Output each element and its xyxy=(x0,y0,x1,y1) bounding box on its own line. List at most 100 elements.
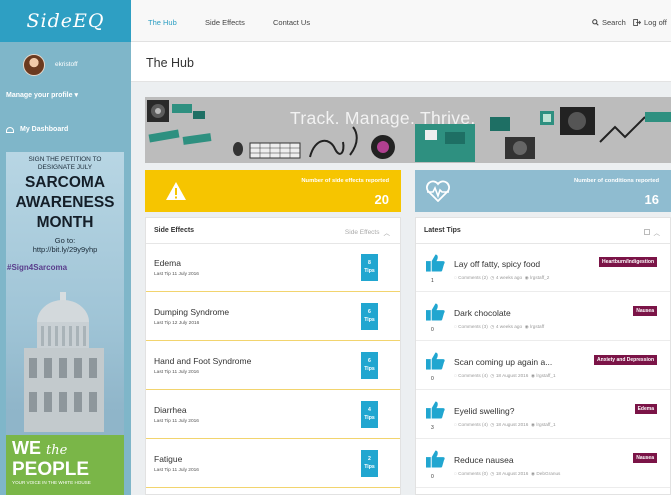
side-effect-row[interactable]: Dumping Syndrome Last Tip 12 July 2016 6… xyxy=(146,293,400,341)
tip-meta: ◌ Comments (4) ◷ 18 August 2016 ◉ lrgsta… xyxy=(454,422,556,428)
hero-banner: Track. Manage. Thrive. xyxy=(145,97,671,163)
nav-contact-us[interactable]: Contact Us xyxy=(273,18,310,27)
avatar[interactable] xyxy=(23,54,45,76)
tip-row[interactable]: 0 Reduce nausea ◌ Comments (0) ◷ 18 Augu… xyxy=(416,440,670,488)
warning-icon xyxy=(166,182,186,200)
tips-count: 4 xyxy=(368,407,371,413)
tip-row[interactable]: 0 Scan coming up again a... ◌ Comments (… xyxy=(416,342,670,390)
ad-goto: Go to: xyxy=(54,236,76,245)
logo[interactable]: SideEQ xyxy=(0,0,131,42)
tip-time: 18 August 2016 xyxy=(495,373,529,378)
side-effect-row[interactable]: Edema Last Tip 11 July 2016 8 Tips xyxy=(146,244,400,292)
thumbs-up-icon[interactable] xyxy=(426,254,445,272)
tip-comments[interactable]: Comments (4) xyxy=(458,422,488,427)
tips-unit: Tips xyxy=(364,366,375,372)
conditions-stat-label: Number of conditions reported xyxy=(573,178,659,184)
tip-row[interactable]: 1 Lay off fatty, spicy food ◌ Comments (… xyxy=(416,244,670,292)
tip-comments[interactable]: Comments (2) xyxy=(458,275,488,280)
tip-comments[interactable]: Comments (4) xyxy=(458,373,488,378)
side-effect-last-tip: Last Tip 11 July 2016 xyxy=(154,419,199,424)
side-effect-name[interactable]: Fatigue xyxy=(154,454,182,464)
tip-time: 4 weeks ago xyxy=(495,275,523,280)
thumbs-up-icon[interactable] xyxy=(426,352,445,370)
side-effect-last-tip: Last Tip 11 July 2016 xyxy=(154,468,199,473)
vote-count: 1 xyxy=(431,278,434,284)
side-effect-name[interactable]: Edema xyxy=(154,258,181,268)
tip-time: 4 weeks ago xyxy=(495,324,523,329)
collapse-icon[interactable]: ︿ xyxy=(384,227,391,237)
side-effect-row[interactable]: Diarrhea Last Tip 11 July 2016 4 Tips xyxy=(146,391,400,439)
sidebar: SideEQ ekristoff Manage your profile ▾ M… xyxy=(0,0,131,495)
condition-tag[interactable]: Nausea xyxy=(633,306,657,316)
tips-count: 6 xyxy=(368,309,371,315)
conditions-stat-count: 16 xyxy=(644,192,659,207)
username[interactable]: ekristoff xyxy=(55,61,78,68)
tip-row[interactable]: 0 Dark chocolate ◌ Comments (3) ◷ 4 week… xyxy=(416,293,670,341)
thumbs-up-icon[interactable] xyxy=(426,401,445,419)
ad-url: http://bit.ly/29y9yhp xyxy=(32,245,98,254)
side-effects-stat-card: Number of side effects reported 20 xyxy=(145,170,401,212)
tip-meta: ◌ Comments (3) ◷ 4 weeks ago ◉ lrgstaff xyxy=(454,324,544,330)
ad-petition-text: SIGN THE PETITION TO DESIGNATE JULY xyxy=(28,156,102,171)
tips-count-badge[interactable]: 6 Tips xyxy=(361,352,378,379)
nav-the-hub[interactable]: The Hub xyxy=(148,18,177,27)
sarcoma-ad-banner[interactable]: SIGN THE PETITION TO DESIGNATE JULY SARC… xyxy=(6,152,124,495)
search-link[interactable]: Search xyxy=(592,18,626,27)
side-effects-filter[interactable]: Side Effects ︿ xyxy=(344,227,391,238)
tips-unit: Tips xyxy=(364,317,375,323)
vote-count: 0 xyxy=(431,474,434,480)
tip-title[interactable]: Reduce nausea xyxy=(454,455,514,465)
tip-author[interactable]: lrgstaff_1 xyxy=(536,373,555,378)
tip-title[interactable]: Dark chocolate xyxy=(454,308,511,318)
tip-title[interactable]: Eyelid swelling? xyxy=(454,406,514,416)
tips-count-badge[interactable]: 8 Tips xyxy=(361,254,378,281)
side-effect-name[interactable]: Dumping Syndrome xyxy=(154,307,229,317)
tip-row[interactable]: 3 Eyelid swelling? ◌ Comments (4) ◷ 18 A… xyxy=(416,391,670,439)
manage-profile-dropdown[interactable]: Manage your profile ▾ xyxy=(6,91,78,99)
tip-comments[interactable]: Comments (0) xyxy=(458,471,488,476)
tip-author[interactable]: lrgstaff_2 xyxy=(530,275,549,280)
tip-author[interactable]: lrgstaff xyxy=(530,324,544,329)
tip-author[interactable]: DebGranus xyxy=(536,471,560,476)
tips-count-badge[interactable]: 2 Tips xyxy=(361,450,378,477)
tech-illustration xyxy=(147,100,671,162)
side-effects-panel-title: Side Effects xyxy=(154,227,195,234)
tip-comments[interactable]: Comments (3) xyxy=(458,324,488,329)
side-effect-row[interactable]: Hand and Foot Syndrome Last Tip 11 July … xyxy=(146,342,400,390)
banner-tagline: Track. Manage. Thrive. xyxy=(290,108,476,128)
logoff-label: Log off xyxy=(644,18,667,27)
vote-count: 0 xyxy=(431,376,434,382)
tip-meta: ◌ Comments (0) ◷ 18 August 2016 ◉ DebGra… xyxy=(454,471,560,477)
caret-down-icon: ▾ xyxy=(74,92,78,99)
collapse-icon[interactable]: ︿ xyxy=(654,227,661,237)
tips-count-badge[interactable]: 4 Tips xyxy=(361,401,378,428)
conditions-stat-card: Number of conditions reported 16 xyxy=(415,170,671,212)
tip-title[interactable]: Scan coming up again a... xyxy=(454,357,552,367)
top-navbar: The Hub Side Effects Contact Us Search L… xyxy=(131,0,671,42)
logoff-link[interactable]: Log off xyxy=(633,18,667,27)
sidebar-item-dashboard[interactable]: My Dashboard xyxy=(6,126,68,133)
latest-tips-panel-title: Latest Tips xyxy=(424,227,461,234)
condition-tag[interactable]: Nausea xyxy=(633,453,657,463)
side-effect-name[interactable]: Diarrhea xyxy=(154,405,187,415)
tips-count: 8 xyxy=(368,260,371,266)
tip-title[interactable]: Lay off fatty, spicy food xyxy=(454,259,540,269)
manage-profile-label: Manage your profile xyxy=(6,92,73,99)
side-effect-row[interactable]: Fatigue Last Tip 11 July 2016 2 Tips xyxy=(146,440,400,488)
thumbs-up-icon[interactable] xyxy=(426,450,445,468)
thumbs-up-icon[interactable] xyxy=(426,303,445,321)
tip-time: 18 August 2016 xyxy=(495,471,529,476)
tip-author[interactable]: lrgstaff_1 xyxy=(536,422,555,427)
page-header: The Hub xyxy=(131,42,671,82)
side-effect-name[interactable]: Hand and Foot Syndrome xyxy=(154,356,251,366)
ad-hashtag: #Sign4Sarcoma xyxy=(7,263,68,272)
condition-tag[interactable]: Anxiety and Depression xyxy=(594,355,657,365)
latest-tips-panel: Latest Tips ︿ 1 Lay off fatty, spicy foo… xyxy=(415,217,671,495)
condition-tag[interactable]: Edema xyxy=(634,404,657,414)
calendar-icon[interactable] xyxy=(643,229,650,235)
search-icon xyxy=(592,19,599,26)
condition-tag[interactable]: Heartburn/Indigestion xyxy=(599,257,657,267)
side-effects-filter-label: Side Effects xyxy=(344,228,380,236)
tips-count-badge[interactable]: 6 Tips xyxy=(361,303,378,330)
nav-side-effects[interactable]: Side Effects xyxy=(205,18,245,27)
